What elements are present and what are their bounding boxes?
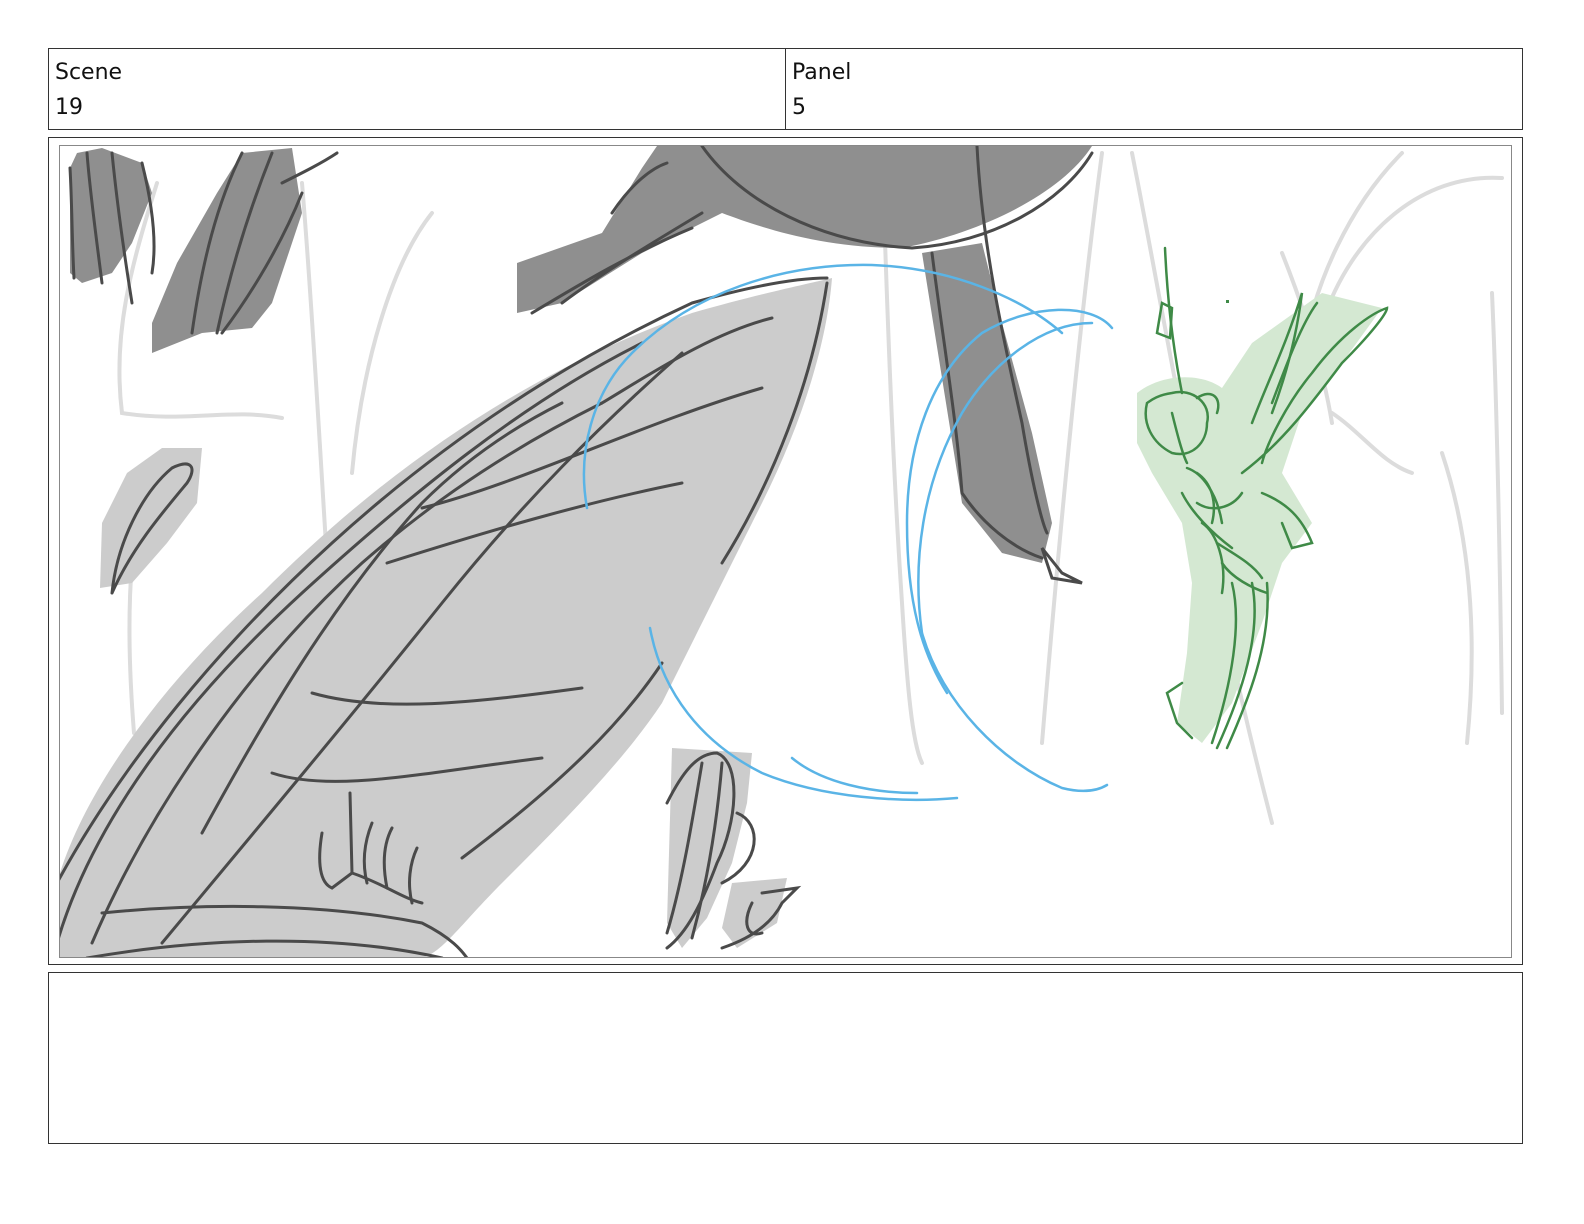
light-shaded-shapes bbox=[60, 278, 832, 957]
panel-number: 5 bbox=[792, 95, 806, 120]
notes-box bbox=[48, 972, 1523, 1144]
sketch-drawing bbox=[60, 146, 1504, 957]
scene-label: Scene bbox=[55, 60, 123, 85]
scene-panel-header: Scene 19 Panel 5 bbox=[48, 48, 1523, 130]
panel-cell: Panel 5 bbox=[785, 49, 1522, 129]
scene-cell: Scene 19 bbox=[49, 49, 785, 129]
panel-label: Panel bbox=[792, 60, 852, 85]
storyboard-frame bbox=[48, 137, 1523, 965]
safe-area bbox=[59, 145, 1512, 958]
scene-number: 19 bbox=[55, 95, 83, 120]
green-dot bbox=[1226, 300, 1229, 303]
